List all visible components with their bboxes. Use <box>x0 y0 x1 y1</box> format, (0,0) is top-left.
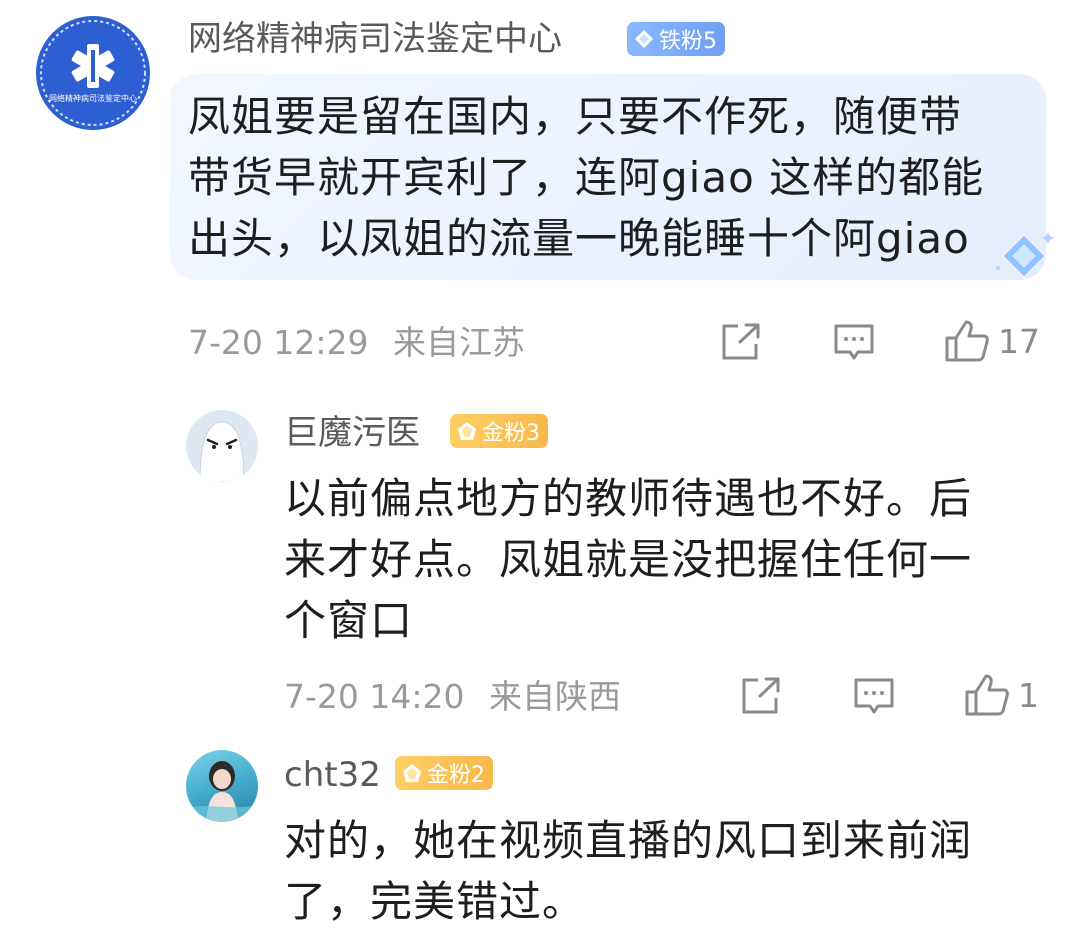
fan-badge[interactable]: 金粉2 <box>395 756 493 790</box>
share-icon <box>742 677 780 714</box>
like-count: 1 <box>1018 675 1039 715</box>
comment-line: 凤姐要是留在国内，只要不作死，随便带 <box>188 92 963 141</box>
comment-location: 来自江苏 <box>393 323 525 362</box>
reply-button[interactable] <box>833 322 875 362</box>
avatar-user-1[interactable]: 网络精神病司法鉴定中心 <box>36 16 150 130</box>
pentagon-gem-icon <box>458 422 476 440</box>
like-icon <box>965 674 1009 716</box>
comment-text: 以前偏点地方的教师待遇也不好。后 来才好点。凤姐就是没把握住任何一 个窗口 <box>284 468 1064 651</box>
username[interactable]: 巨魔污医 <box>284 416 420 450</box>
comment-meta: 7-20 12:29 来自江苏 <box>188 326 525 359</box>
like-count: 17 <box>998 321 1040 361</box>
comment-meta: 7-20 14:20 来自陕西 <box>284 680 621 713</box>
like-button[interactable]: 17 <box>944 318 1040 364</box>
comment-line: 带货早就开宾利了，连阿giao 这样的都能 <box>188 153 985 202</box>
user-photo-icon <box>186 761 258 822</box>
fan-badge-label: 铁粉5 <box>659 29 717 54</box>
ghost-avatar-icon <box>199 421 245 482</box>
comment-line: 来才好点。凤姐就是没把握住任何一 <box>284 535 973 584</box>
username[interactable]: cht32 <box>284 758 381 792</box>
like-icon <box>945 320 989 362</box>
comment-line: 了，完美错过。 <box>284 877 586 926</box>
avatar-user-2[interactable] <box>186 410 258 482</box>
avatar-user-3[interactable] <box>186 750 258 822</box>
fan-badge-label: 金粉3 <box>482 421 540 446</box>
fan-badge[interactable]: 铁粉5 <box>627 22 725 56</box>
comment-icon <box>834 324 874 360</box>
comment-line: 以前偏点地方的教师待遇也不好。后 <box>284 474 973 523</box>
comment-time: 7-20 12:29 <box>188 323 369 362</box>
share-button[interactable] <box>720 322 762 362</box>
comment-icon <box>854 678 894 714</box>
avatar-caption: 网络精神病司法鉴定中心 <box>49 94 137 103</box>
pentagon-gem-icon <box>403 764 421 782</box>
diamond-icon <box>635 30 653 48</box>
username[interactable]: 网络精神病司法鉴定中心 <box>188 22 562 56</box>
comment-text: 凤姐要是留在国内，只要不作死，随便带 带货早就开宾利了，连阿giao 这样的都能… <box>188 86 1048 269</box>
medical-star-icon <box>40 20 146 126</box>
like-button[interactable]: 1 <box>964 672 1039 718</box>
diamond-icon <box>996 232 1054 276</box>
reply-button[interactable] <box>853 676 895 716</box>
share-icon <box>722 323 760 360</box>
comment-location: 来自陕西 <box>489 677 621 716</box>
comment-line: 对的，她在视频直播的风口到来前润 <box>284 816 973 865</box>
comment-time: 7-20 14:20 <box>284 677 465 716</box>
fan-badge-label: 金粉2 <box>427 763 485 788</box>
comment-text: 对的，她在视频直播的风口到来前润 了，完美错过。 <box>284 810 1064 932</box>
comment-line: 出头，以凤姐的流量一晚能睡十个阿giao <box>188 214 970 263</box>
comment-line: 个窗口 <box>284 596 414 645</box>
fan-badge[interactable]: 金粉3 <box>450 414 548 448</box>
share-button[interactable] <box>740 676 782 716</box>
